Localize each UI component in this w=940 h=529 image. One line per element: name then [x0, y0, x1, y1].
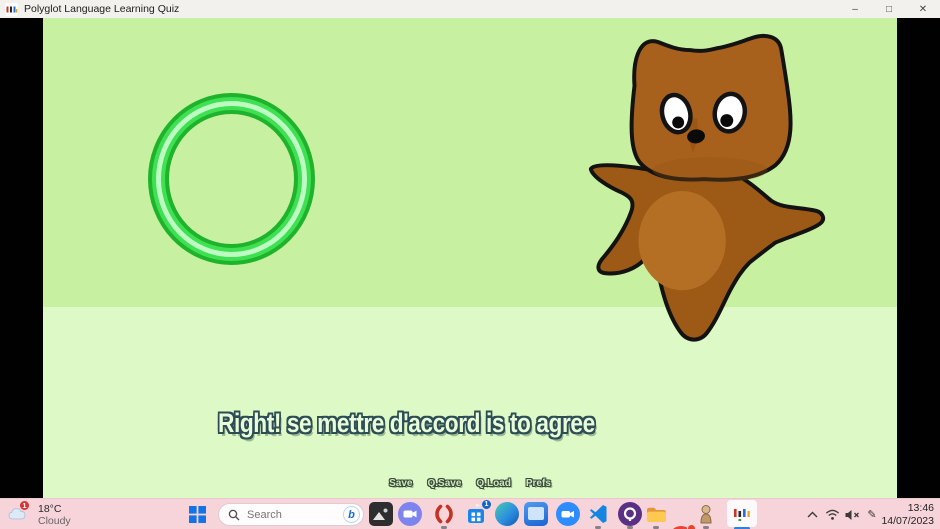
clock-time: 13:46 [881, 502, 934, 515]
quiz-app-glyph [732, 504, 752, 524]
active-app-quiz-icon[interactable] [727, 500, 757, 527]
weather-condition: Cloudy [38, 515, 71, 527]
menu-quick-load[interactable]: Q.Load [476, 478, 510, 489]
purple-app-icon[interactable] [618, 502, 642, 526]
taskbar-search[interactable]: b [218, 503, 364, 526]
volume-muted-icon[interactable] [842, 499, 862, 529]
wifi-icon[interactable] [822, 499, 842, 529]
menu-save[interactable]: Save [389, 478, 412, 489]
bing-chat-icon[interactable]: b [343, 506, 360, 523]
chrome-notification-badge [687, 524, 696, 529]
system-tray: ✎ [802, 499, 882, 529]
media-app-icon[interactable] [524, 502, 548, 526]
pen-icon[interactable]: ✎ [862, 499, 882, 529]
window-title: Polyglot Language Learning Quiz [24, 3, 179, 15]
video-chat-app-icon[interactable] [398, 502, 422, 526]
weather-temperature: 18°C [38, 503, 71, 515]
quiz-red-app-icon[interactable] [432, 502, 456, 526]
edge-browser-icon[interactable] [495, 502, 519, 526]
search-icon [228, 509, 240, 521]
menu-prefs[interactable]: Prefs [526, 478, 551, 489]
zoom-app-icon[interactable] [556, 502, 580, 526]
vscode-app-icon[interactable] [586, 502, 610, 526]
minimize-button[interactable]: – [838, 0, 872, 18]
microsoft-store-icon[interactable]: 1 [464, 502, 488, 526]
scene-menu: Save Q.Save Q.Load Prefs [43, 478, 897, 489]
character-app-icon[interactable] [694, 502, 718, 526]
weather-notification-badge: 1 [19, 500, 30, 511]
menu-quick-save[interactable]: Q.Save [427, 478, 461, 489]
store-notification-badge: 1 [481, 499, 492, 510]
start-button[interactable] [189, 506, 206, 523]
close-button[interactable]: ✕ [906, 0, 940, 18]
file-explorer-icon[interactable] [644, 502, 668, 526]
green-ring-icon [148, 93, 315, 265]
app-content: Right! se mettre d'accord is to agree Sa… [0, 18, 940, 498]
maximize-button[interactable]: □ [872, 0, 906, 18]
tray-chevron-up-icon[interactable] [802, 499, 822, 529]
app-icon [5, 3, 18, 16]
search-input[interactable] [247, 509, 332, 521]
picture-app-icon[interactable] [369, 502, 393, 526]
window-titlebar[interactable]: Polyglot Language Learning Quiz – □ ✕ [0, 0, 940, 18]
window-controls: – □ ✕ [838, 0, 940, 18]
quiz-feedback-text: Right! se mettre d'accord is to agree [218, 408, 595, 439]
screen: Polyglot Language Learning Quiz – □ ✕ [0, 0, 940, 529]
bear-character [571, 24, 829, 354]
quiz-scene: Right! se mettre d'accord is to agree Sa… [43, 18, 897, 498]
taskbar: 1 18°C Cloudy b [0, 498, 940, 529]
windows-logo-icon [189, 506, 206, 523]
weather-widget[interactable]: 1 18°C Cloudy [6, 501, 126, 528]
taskbar-clock[interactable]: 13:46 14/07/2023 [881, 502, 934, 527]
clock-date: 14/07/2023 [881, 515, 934, 528]
